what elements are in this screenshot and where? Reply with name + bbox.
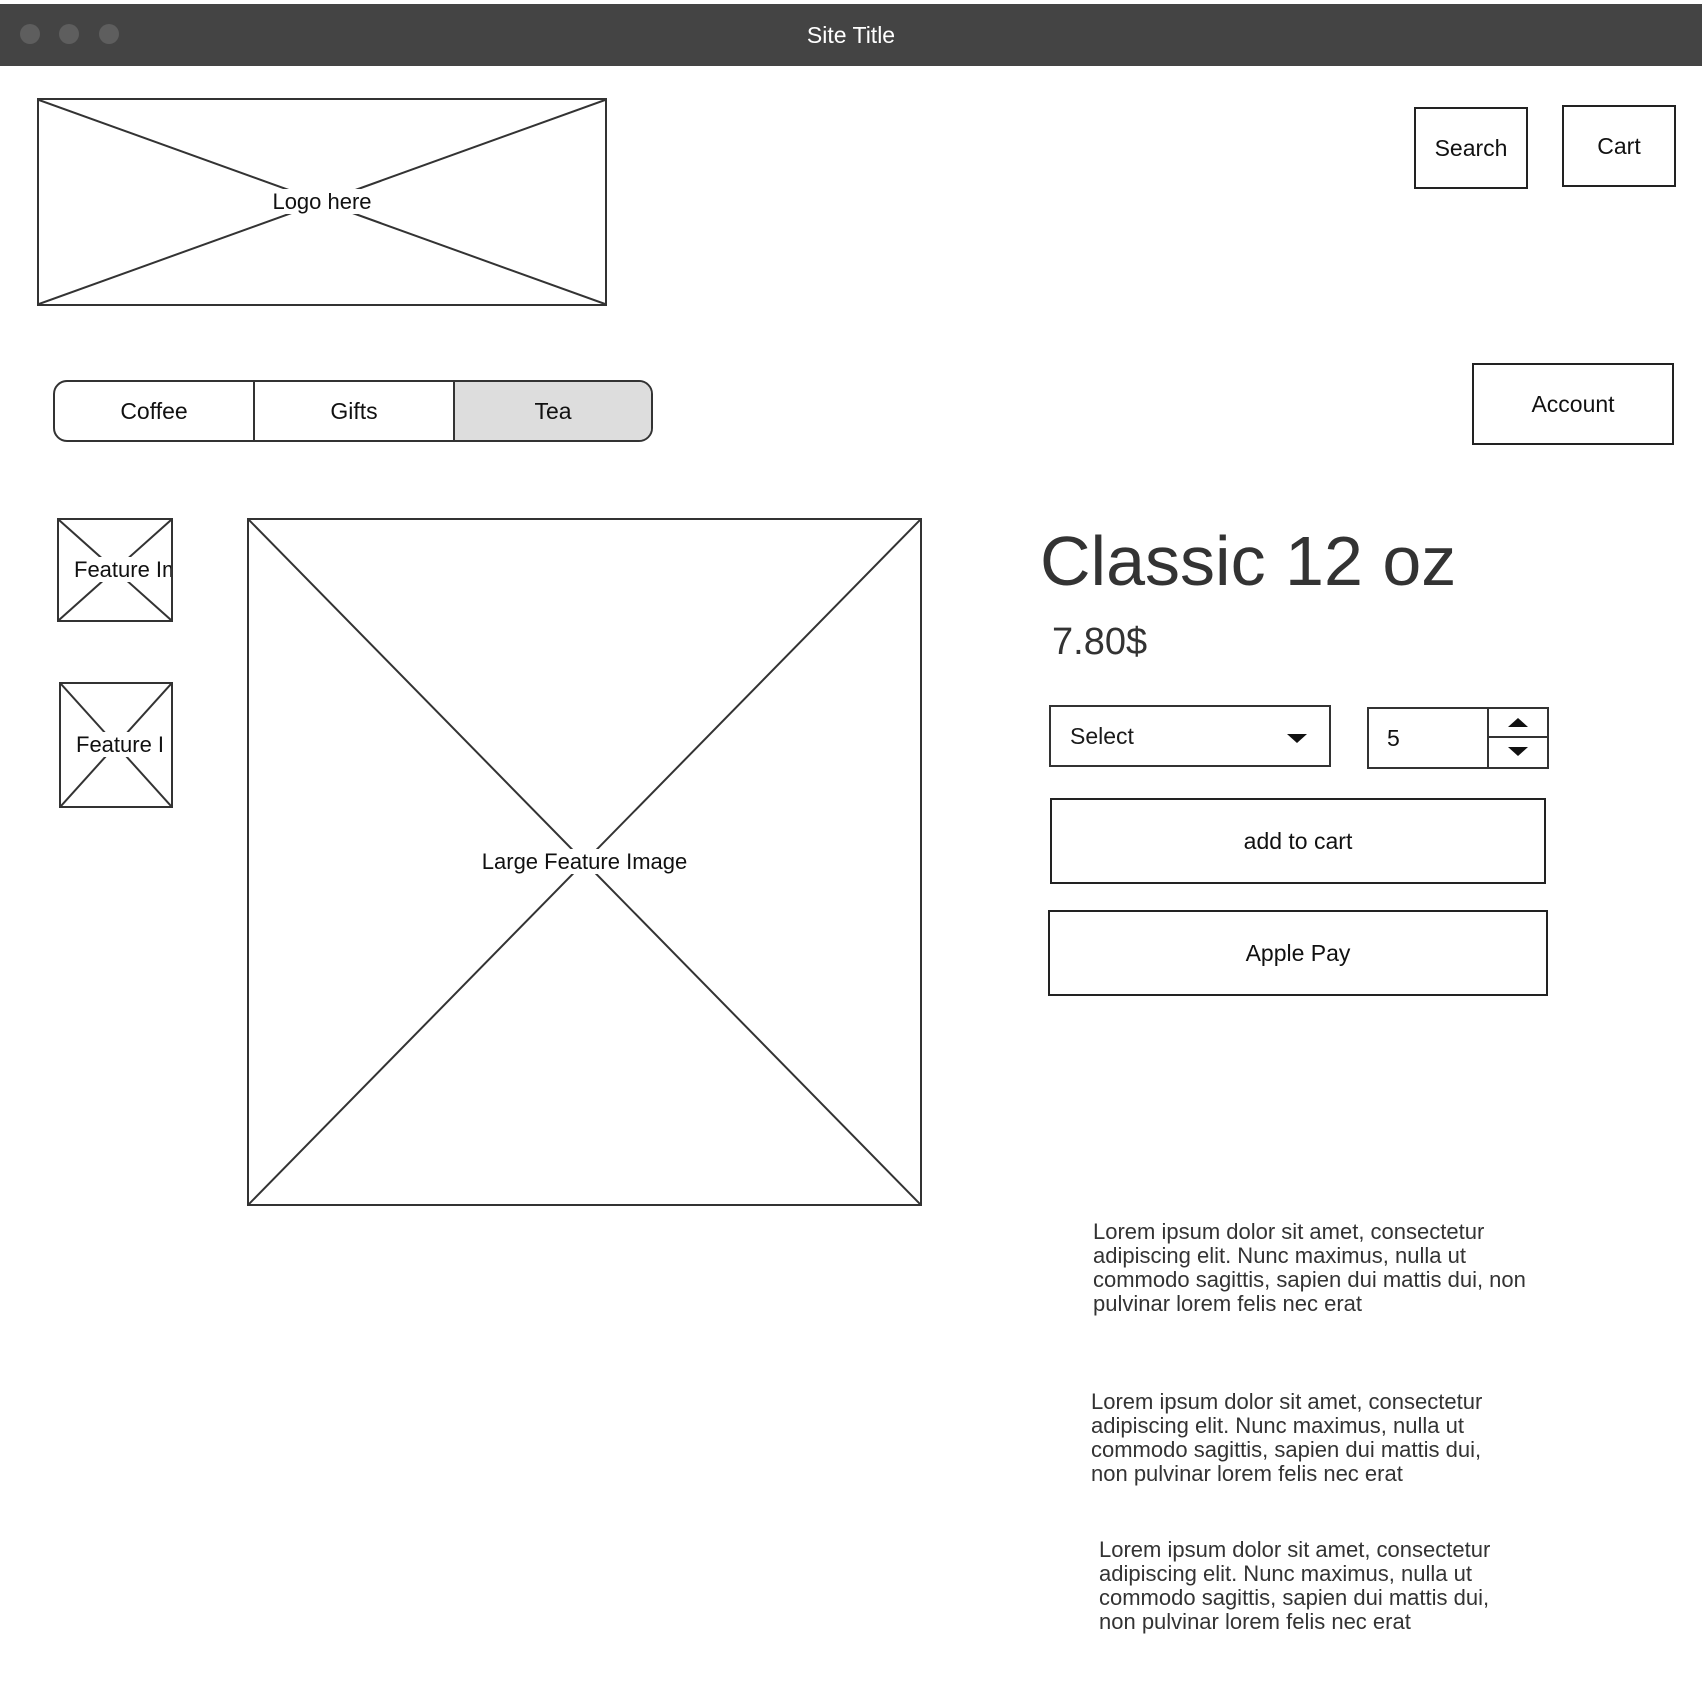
logo-placeholder: Logo here <box>37 98 607 306</box>
product-title: Classic 12 oz <box>1040 522 1457 600</box>
thumbnail-2-label: Feature I <box>61 732 171 758</box>
thumbnail-1[interactable]: Feature Ima <box>57 518 173 622</box>
variant-select[interactable]: Select <box>1049 705 1331 767</box>
chevron-down-icon <box>1287 734 1307 743</box>
description-paragraph-3: Lorem ipsum dolor sit amet, consectetur … <box>1099 1537 1491 1634</box>
tab-coffee[interactable]: Coffee <box>55 382 255 440</box>
product-price: 7.80$ <box>1052 621 1148 663</box>
quantity-stepper-buttons <box>1487 709 1547 767</box>
quantity-stepper: 5 <box>1367 707 1549 769</box>
category-nav: Coffee Gifts Tea <box>53 380 653 442</box>
search-button[interactable]: Search <box>1414 107 1528 189</box>
large-feature-image: Large Feature Image <box>247 518 922 1206</box>
description-paragraph-2: Lorem ipsum dolor sit amet, consectetur … <box>1091 1389 1483 1486</box>
window-title: Site Title <box>806 22 896 48</box>
large-feature-image-label: Large Feature Image <box>249 849 920 875</box>
description-paragraph-1: Lorem ipsum dolor sit amet, consectetur … <box>1093 1219 1526 1316</box>
thumbnail-2[interactable]: Feature I <box>59 682 173 808</box>
quantity-decrement-button[interactable] <box>1489 738 1547 767</box>
thumbnail-1-label: Feature Ima <box>59 557 171 583</box>
variant-select-value: Select <box>1070 723 1134 749</box>
arrow-up-icon <box>1508 718 1528 727</box>
add-to-cart-button[interactable]: add to cart <box>1050 798 1546 884</box>
account-button[interactable]: Account <box>1472 363 1674 445</box>
quantity-increment-button[interactable] <box>1489 709 1547 738</box>
logo-label: Logo here <box>39 189 605 215</box>
tab-tea[interactable]: Tea <box>455 382 651 440</box>
cart-button[interactable]: Cart <box>1562 105 1676 187</box>
apple-pay-button[interactable]: Apple Pay <box>1048 910 1548 996</box>
tab-gifts[interactable]: Gifts <box>255 382 455 440</box>
window-title-bar: Site Title <box>0 4 1702 66</box>
arrow-down-icon <box>1508 747 1528 756</box>
quantity-input[interactable]: 5 <box>1387 709 1487 767</box>
